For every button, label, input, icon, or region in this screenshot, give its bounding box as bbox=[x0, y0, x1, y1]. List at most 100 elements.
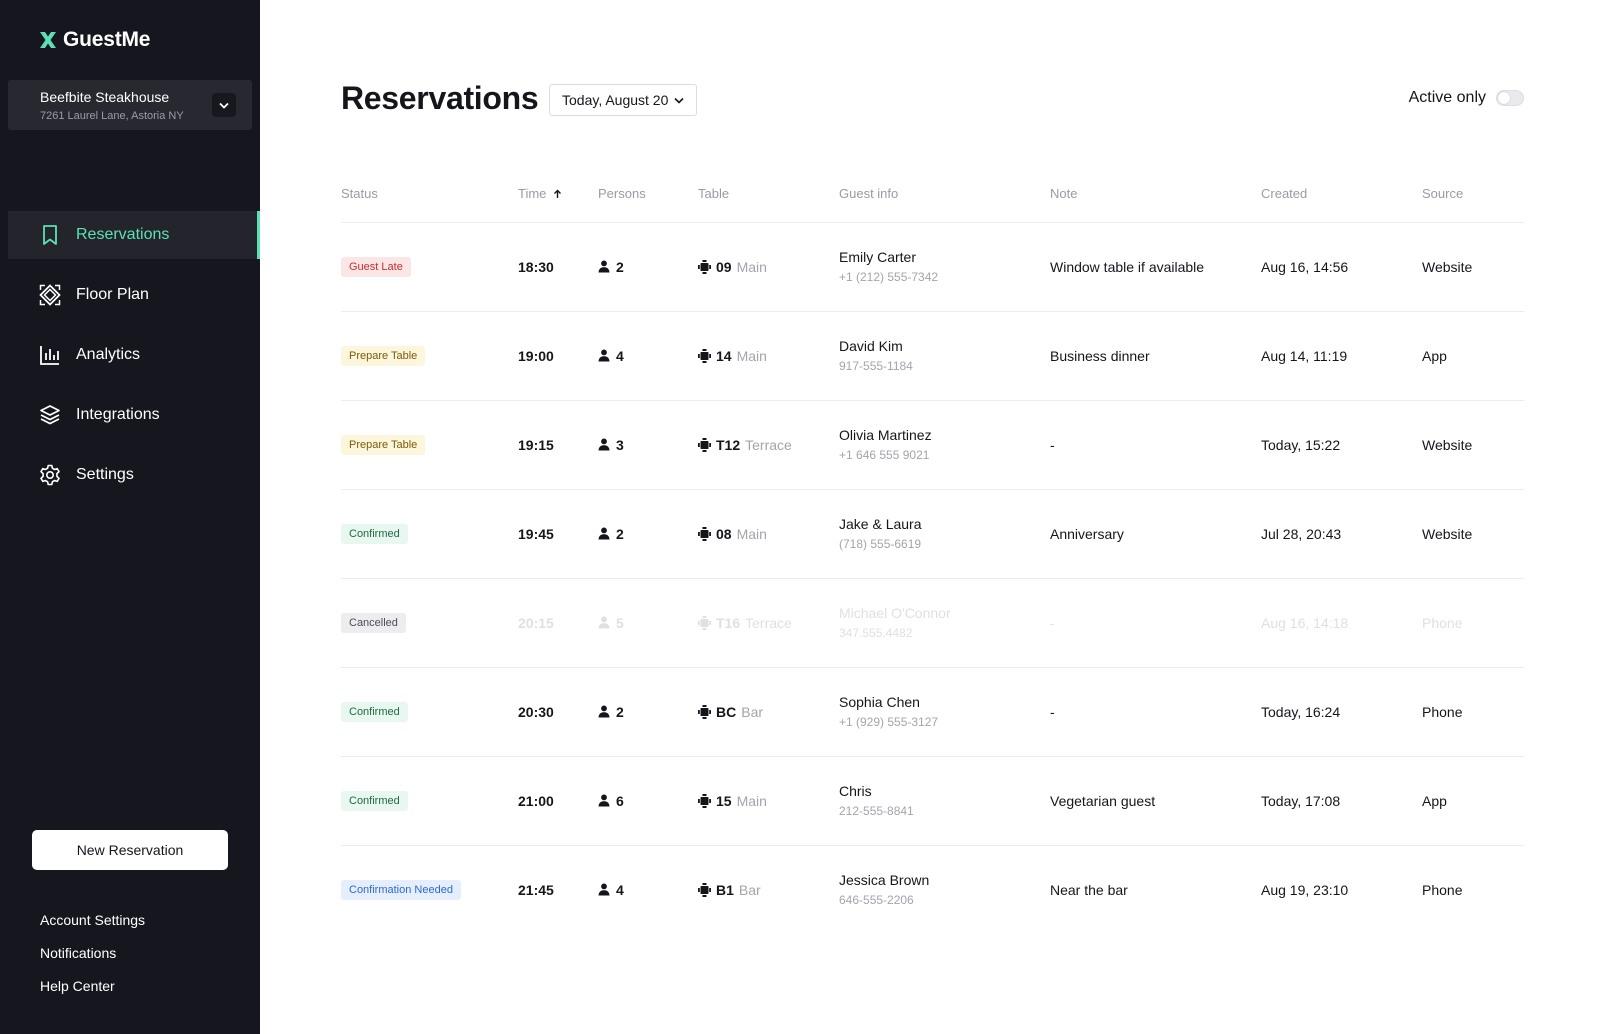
status-badge[interactable]: Confirmed bbox=[341, 701, 408, 722]
new-reservation-button[interactable]: New Reservation bbox=[32, 830, 228, 870]
cell-guest-info: Emily Carter +1 (212) 555-7342 bbox=[839, 222, 1050, 312]
cell-guest-info: Chris 212-555-8841 bbox=[839, 756, 1050, 846]
column-header-table[interactable]: Table bbox=[698, 166, 839, 223]
reservation-source: Website bbox=[1422, 525, 1473, 542]
venue-selector[interactable]: Beefbite Steakhouse 7261 Laurel Lane, As… bbox=[8, 80, 252, 130]
table-icon bbox=[698, 615, 711, 630]
status-badge[interactable]: Confirmed bbox=[341, 523, 408, 544]
cell-note: Window table if available bbox=[1050, 222, 1261, 312]
guest-name[interactable]: Michael O'Connor bbox=[839, 605, 1050, 621]
table-icon bbox=[698, 882, 711, 897]
active-only-toggle[interactable] bbox=[1496, 90, 1524, 106]
cell-time: 19:15 bbox=[518, 400, 598, 490]
status-badge[interactable]: Cancelled bbox=[341, 612, 406, 633]
table-number: 09 bbox=[716, 258, 732, 275]
person-icon bbox=[598, 260, 610, 273]
reservation-time: 19:15 bbox=[518, 436, 554, 453]
cell-persons: 4 bbox=[598, 845, 698, 934]
column-header-persons[interactable]: Persons bbox=[598, 166, 698, 223]
date-filter-dropdown[interactable]: Today, August 20 bbox=[549, 84, 698, 116]
column-header-source[interactable]: Source bbox=[1422, 166, 1524, 223]
status-badge[interactable]: Guest Late bbox=[341, 256, 411, 277]
cell-table: 08 Main bbox=[698, 489, 839, 579]
account-settings-link[interactable]: Account Settings bbox=[40, 912, 145, 945]
created-at: Aug 19, 23:10 bbox=[1261, 881, 1349, 898]
table-row[interactable]: Prepare Table 19:00 4 14 Main David Kim 917-55… bbox=[341, 311, 1524, 401]
layers-icon bbox=[39, 404, 61, 426]
guest-phone: 212-555-8841 bbox=[839, 804, 914, 818]
cell-note: - bbox=[1050, 400, 1261, 490]
column-header-note[interactable]: Note bbox=[1050, 166, 1261, 223]
nav-label: Floor Plan bbox=[76, 286, 149, 303]
cell-guest-info: David Kim 917-555-1184 bbox=[839, 311, 1050, 401]
nav-item-integrations[interactable]: Integrations bbox=[8, 391, 260, 439]
table-row[interactable]: Guest Late 18:30 2 09 Main Emily Carter +1 (21… bbox=[341, 222, 1524, 312]
nav-item-floor-plan[interactable]: Floor Plan bbox=[8, 271, 260, 319]
table-row[interactable]: Confirmed 20:30 2 BC Bar Sophia Chen +1 (929) … bbox=[341, 667, 1524, 757]
cell-persons: 2 bbox=[598, 489, 698, 579]
guest-name[interactable]: Sophia Chen bbox=[839, 694, 1050, 710]
reservation-note: - bbox=[1050, 703, 1055, 720]
cell-guest-info: Olivia Martinez +1 646 555 9021 bbox=[839, 400, 1050, 490]
status-badge[interactable]: Confirmed bbox=[341, 790, 408, 811]
persons-value: 2 bbox=[616, 703, 624, 720]
column-header-status[interactable]: Status bbox=[341, 166, 518, 223]
cell-source: Phone bbox=[1422, 845, 1524, 934]
nav-item-analytics[interactable]: Analytics bbox=[8, 331, 260, 379]
guest-phone: 347.555.4482 bbox=[839, 626, 913, 640]
table-assignment[interactable]: 15 Main bbox=[698, 793, 839, 809]
venue-name: Beefbite Steakhouse bbox=[40, 89, 170, 105]
guest-name[interactable]: Chris bbox=[839, 783, 1050, 799]
table-row[interactable]: Cancelled 20:15 5 T16 Terrace Michael O'Conno… bbox=[341, 578, 1524, 668]
table-number: 08 bbox=[716, 525, 732, 542]
guest-name[interactable]: Jessica Brown bbox=[839, 872, 1050, 888]
nav-item-reservations[interactable]: Reservations bbox=[8, 211, 260, 259]
column-header-guest-info[interactable]: Guest info bbox=[839, 166, 1050, 223]
column-header-created[interactable]: Created bbox=[1261, 166, 1422, 223]
chevron-down-icon bbox=[219, 102, 229, 109]
table-row[interactable]: Prepare Table 19:15 3 T12 Terrace Olivia Mart… bbox=[341, 400, 1524, 490]
guest-name[interactable]: Emily Carter bbox=[839, 249, 1050, 265]
table-row[interactable]: Confirmed 21:00 6 15 Main Chris 212-555-8841 Ve… bbox=[341, 756, 1524, 846]
main-content: Reservations Today, August 20 Active onl… bbox=[341, 0, 1524, 1034]
cell-status: Confirmed bbox=[341, 756, 518, 846]
persons-count: 4 bbox=[598, 348, 698, 364]
logo[interactable]: GuestMe bbox=[39, 28, 150, 52]
cell-created: Aug 14, 11:19 bbox=[1261, 311, 1422, 401]
table-assignment[interactable]: 08 Main bbox=[698, 526, 839, 542]
guest-name[interactable]: David Kim bbox=[839, 338, 1050, 354]
active-only-filter: Active only bbox=[1409, 89, 1524, 107]
help-center-link[interactable]: Help Center bbox=[40, 978, 145, 1011]
cell-time: 18:30 bbox=[518, 222, 598, 312]
cell-table: T12 Terrace bbox=[698, 400, 839, 490]
notifications-link[interactable]: Notifications bbox=[40, 945, 145, 978]
cell-status: Cancelled bbox=[341, 578, 518, 668]
cell-created: Aug 19, 23:10 bbox=[1261, 845, 1422, 934]
guest-name[interactable]: Olivia Martinez bbox=[839, 427, 1050, 443]
cell-note: Vegetarian guest bbox=[1050, 756, 1261, 846]
guest-phone: 646-555-2206 bbox=[839, 893, 914, 908]
table-assignment[interactable]: T12 Terrace bbox=[698, 437, 839, 453]
table-row[interactable]: Confirmed 19:45 2 08 Main Jake & Laura (718) 5… bbox=[341, 489, 1524, 579]
nav-item-settings[interactable]: Settings bbox=[8, 451, 260, 499]
table-assignment[interactable]: BC Bar bbox=[698, 704, 839, 720]
table-assignment[interactable]: 09 Main bbox=[698, 259, 839, 275]
person-icon bbox=[598, 883, 610, 896]
table-number: B1 bbox=[716, 881, 734, 898]
guest-phone: 917-555-1184 bbox=[839, 359, 913, 373]
table-assignment[interactable]: 14 Main bbox=[698, 348, 839, 364]
table-row[interactable]: Confirmation Needed 21:45 4 B1 Bar Jessica Br… bbox=[341, 845, 1524, 934]
table-assignment[interactable]: T16 Terrace bbox=[698, 615, 839, 631]
persons-value: 4 bbox=[616, 881, 624, 898]
status-badge[interactable]: Prepare Table bbox=[341, 434, 426, 455]
status-badge[interactable]: Prepare Table bbox=[341, 345, 426, 366]
table-assignment[interactable]: B1 Bar bbox=[698, 882, 839, 898]
column-header-time[interactable]: Time bbox=[518, 166, 598, 223]
table-icon bbox=[698, 526, 711, 541]
reservation-source: Phone bbox=[1422, 614, 1463, 631]
guest-name[interactable]: Jake & Laura bbox=[839, 516, 1050, 532]
cell-status: Confirmed bbox=[341, 489, 518, 579]
venue-dropdown-button[interactable] bbox=[212, 93, 236, 117]
table-icon bbox=[698, 793, 711, 808]
status-badge[interactable]: Confirmation Needed bbox=[341, 879, 461, 900]
